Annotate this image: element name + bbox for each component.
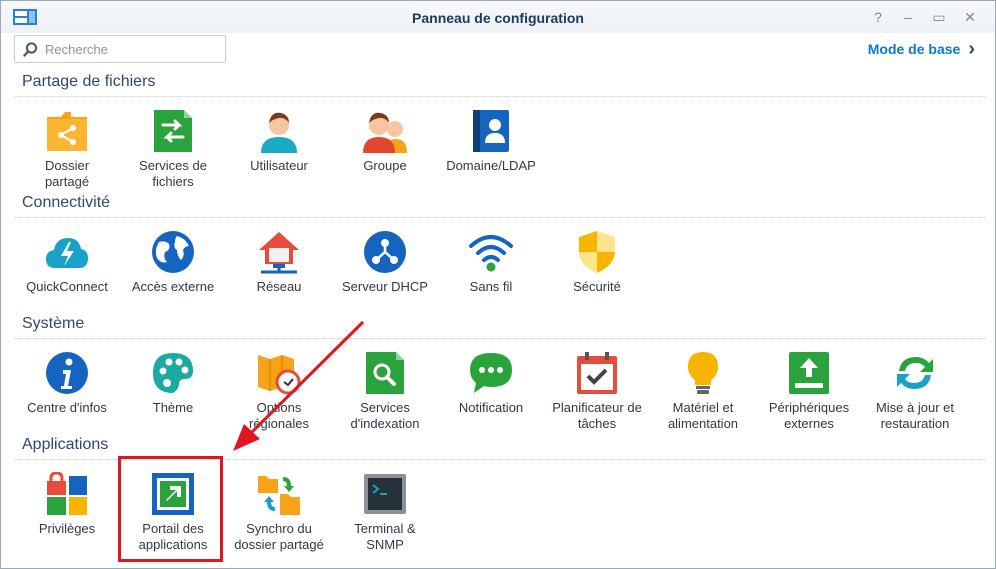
- tile-wireless[interactable]: Sans fil: [434, 230, 548, 340]
- window-title: Panneau de configuration: [412, 10, 584, 26]
- maximize-button[interactable]: ▭: [928, 7, 950, 27]
- tile-label: Mise à jour et restauration: [875, 400, 955, 431]
- tile-terminal-snmp[interactable]: Terminal & SNMP: [328, 472, 442, 569]
- tile-external-devices[interactable]: Périphériques externes: [752, 351, 866, 461]
- tile-hardware-power[interactable]: Matériel et alimentation: [646, 351, 760, 461]
- tile-label: Privilèges: [38, 521, 96, 536]
- tile-security[interactable]: Sécurité: [540, 230, 654, 340]
- tile-file-services[interactable]: Services de fichiers: [116, 109, 230, 219]
- tile-label: Serveur DHCP: [342, 279, 428, 294]
- tile-label: Périphériques externes: [768, 400, 850, 431]
- tile-theme[interactable]: Thème: [116, 351, 230, 461]
- dhcp-server-icon: [364, 231, 406, 273]
- tile-label: Terminal & SNMP: [354, 521, 416, 552]
- external-access-icon: [152, 231, 194, 273]
- tile-label: Groupe: [363, 158, 407, 173]
- close-button[interactable]: ✕: [959, 7, 981, 27]
- section-divider: [15, 338, 985, 339]
- shared-folder-sync-icon: [258, 476, 300, 515]
- tile-indexing-service[interactable]: Services d'indexation: [328, 351, 442, 461]
- update-restore-icon: [897, 357, 933, 389]
- help-button[interactable]: ?: [867, 7, 889, 27]
- theme-palette-icon: [153, 353, 193, 393]
- search-input[interactable]: [45, 39, 221, 59]
- external-devices-icon: [789, 352, 829, 394]
- tile-label: Services de fichiers: [139, 158, 207, 189]
- tile-network[interactable]: Réseau: [222, 230, 336, 340]
- tile-label: Options régionales: [249, 400, 309, 431]
- tile-label: Notification: [458, 400, 524, 415]
- section-title-file-sharing: Partage de fichiers: [22, 73, 156, 90]
- highlight-box: [118, 456, 223, 562]
- user-icon: [261, 112, 297, 153]
- tile-label: Centre d'infos: [27, 400, 107, 415]
- tile-user[interactable]: Utilisateur: [222, 109, 336, 219]
- regional-options-icon: [258, 355, 301, 395]
- tile-label: QuickConnect: [26, 279, 108, 294]
- tile-label: Utilisateur: [250, 158, 308, 173]
- title-bar[interactable]: Panneau de configuration ? – ▭ ✕: [1, 1, 995, 33]
- tile-notification[interactable]: Notification: [434, 351, 548, 461]
- notification-icon: [470, 353, 512, 393]
- chevron-right-icon: ›: [968, 38, 975, 60]
- indexing-service-icon: [366, 352, 404, 394]
- wireless-icon: [469, 235, 513, 272]
- search-icon: [23, 42, 38, 57]
- privileges-icon: [47, 472, 87, 515]
- tile-task-scheduler[interactable]: Planificateur de tâches: [540, 351, 654, 461]
- section-divider: [15, 96, 985, 97]
- tile-label: Sans fil: [469, 279, 513, 294]
- network-icon: [259, 232, 299, 274]
- section-title-system: Système: [22, 315, 85, 332]
- tile-label: Réseau: [256, 279, 302, 294]
- tile-shared-folder-sync[interactable]: Synchro du dossier partagé: [222, 472, 336, 569]
- minimize-button[interactable]: –: [897, 7, 919, 27]
- tile-label: Dossier partagé: [44, 158, 90, 189]
- file-services-icon: [154, 110, 192, 152]
- domain-ldap-icon: [473, 110, 509, 152]
- tile-label: Thème: [152, 400, 194, 415]
- shared-folder-icon: [47, 112, 87, 151]
- tile-label: Sécurité: [573, 279, 621, 294]
- tile-group[interactable]: Groupe: [328, 109, 442, 219]
- info-center-icon: [46, 352, 88, 394]
- group-icon: [363, 112, 407, 153]
- tile-dhcp-server[interactable]: Serveur DHCP: [328, 230, 442, 340]
- tile-label: Matériel et alimentation: [667, 400, 739, 431]
- hardware-power-icon: [688, 352, 718, 394]
- tile-privileges[interactable]: Privilèges: [10, 472, 124, 569]
- tile-label: Accès externe: [131, 279, 215, 294]
- security-shield-icon: [579, 231, 615, 273]
- control-panel-window: Panneau de configuration ? – ▭ ✕ Mode de…: [0, 0, 996, 569]
- terminal-snmp-icon: [364, 474, 406, 514]
- section-divider: [15, 217, 985, 218]
- quickconnect-icon: [46, 238, 88, 268]
- tile-domain-ldap[interactable]: Domaine/LDAP: [434, 109, 548, 219]
- tile-regional-options[interactable]: Options régionales: [222, 351, 336, 461]
- section-title-applications: Applications: [22, 436, 109, 453]
- tile-label: Synchro du dossier partagé: [234, 521, 324, 552]
- search-box[interactable]: [14, 35, 226, 63]
- tile-label: Domaine/LDAP: [446, 158, 536, 173]
- tile-external-access[interactable]: Accès externe: [116, 230, 230, 340]
- tile-update-restore[interactable]: Mise à jour et restauration: [858, 351, 972, 461]
- tile-label: Services d'indexation: [350, 400, 420, 431]
- tile-label: Planificateur de tâches: [552, 400, 642, 431]
- task-scheduler-icon: [577, 352, 617, 394]
- basic-mode-label: Mode de base: [867, 41, 961, 57]
- section-title-connectivity: Connectivité: [22, 194, 111, 211]
- basic-mode-link[interactable]: Mode de base ›: [867, 38, 975, 60]
